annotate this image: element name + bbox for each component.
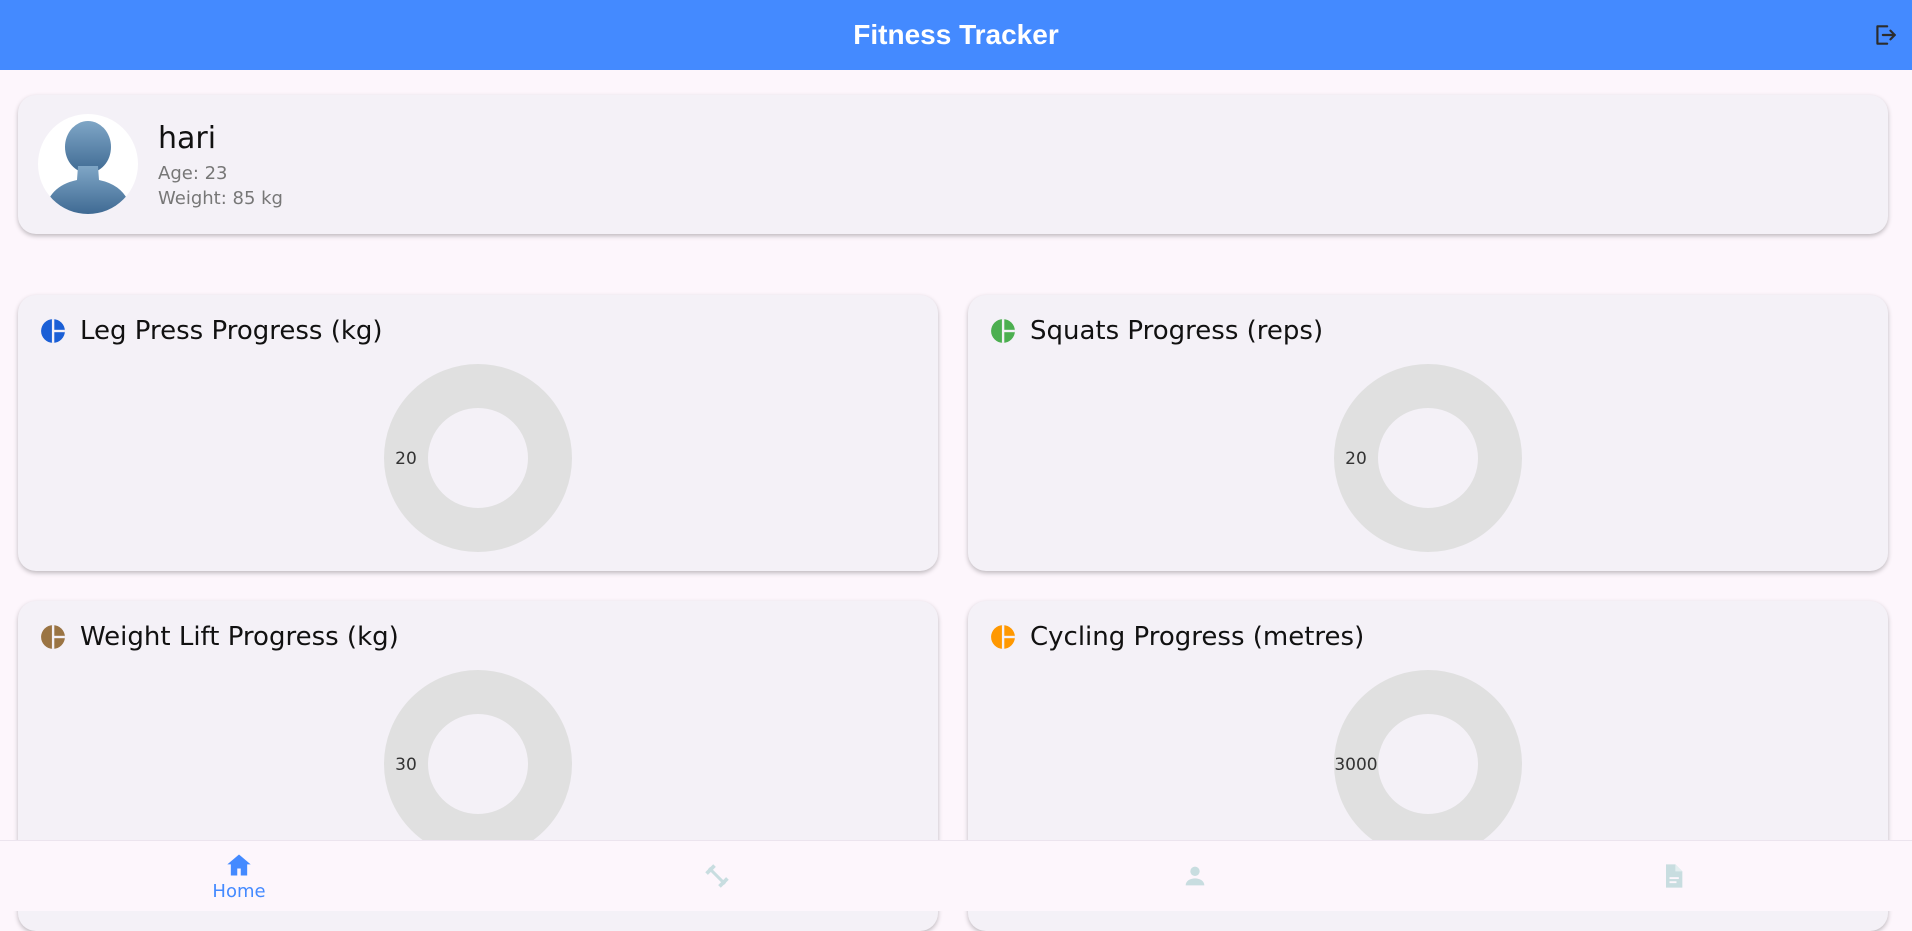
donut-slice: [384, 364, 572, 552]
dumbbell-icon: [705, 864, 729, 888]
app-bar: Fitness Tracker: [0, 0, 1912, 70]
document-icon: [1666, 864, 1683, 888]
logout-icon: [1876, 25, 1896, 45]
profile-weight: Weight: 85 kg: [158, 188, 283, 209]
donut-slice-label: 30: [395, 755, 417, 775]
person-icon: [1185, 866, 1205, 886]
donut-slice: [384, 670, 572, 858]
logout-button[interactable]: [1870, 20, 1900, 50]
person-silhouette-avatar: [44, 121, 132, 214]
profile-name: hari: [158, 121, 217, 156]
donut-slice-label: 20: [1345, 449, 1367, 469]
weight-lift-donut: 30: [384, 670, 572, 858]
nav-home[interactable]: Home: [0, 841, 478, 911]
leg-press-donut: 20: [384, 364, 572, 552]
nav-workouts[interactable]: [478, 841, 956, 911]
donut-slice-label: 3000: [1334, 755, 1377, 775]
nav-reports[interactable]: [1434, 841, 1912, 911]
profile-card: hari Age: 23 Weight: 85 kg: [18, 95, 1888, 234]
nav-profile[interactable]: [956, 841, 1434, 911]
donut-slice: [1334, 364, 1522, 552]
profile-age: Age: 23: [158, 163, 228, 184]
squats-donut: 20: [1334, 364, 1522, 552]
leg-press-card: Leg Press Progress (kg) 20: [18, 295, 938, 571]
bottom-nav: Home: [0, 840, 1912, 911]
cycling-donut: 3000: [1334, 670, 1522, 858]
app-title: Fitness Tracker: [853, 19, 1059, 50]
home-icon: [227, 854, 251, 875]
nav-home-label: Home: [212, 880, 266, 902]
avatar: [38, 114, 138, 214]
donut-slice-label: 20: [395, 449, 417, 469]
squats-card: Squats Progress (reps) 20: [968, 295, 1888, 571]
